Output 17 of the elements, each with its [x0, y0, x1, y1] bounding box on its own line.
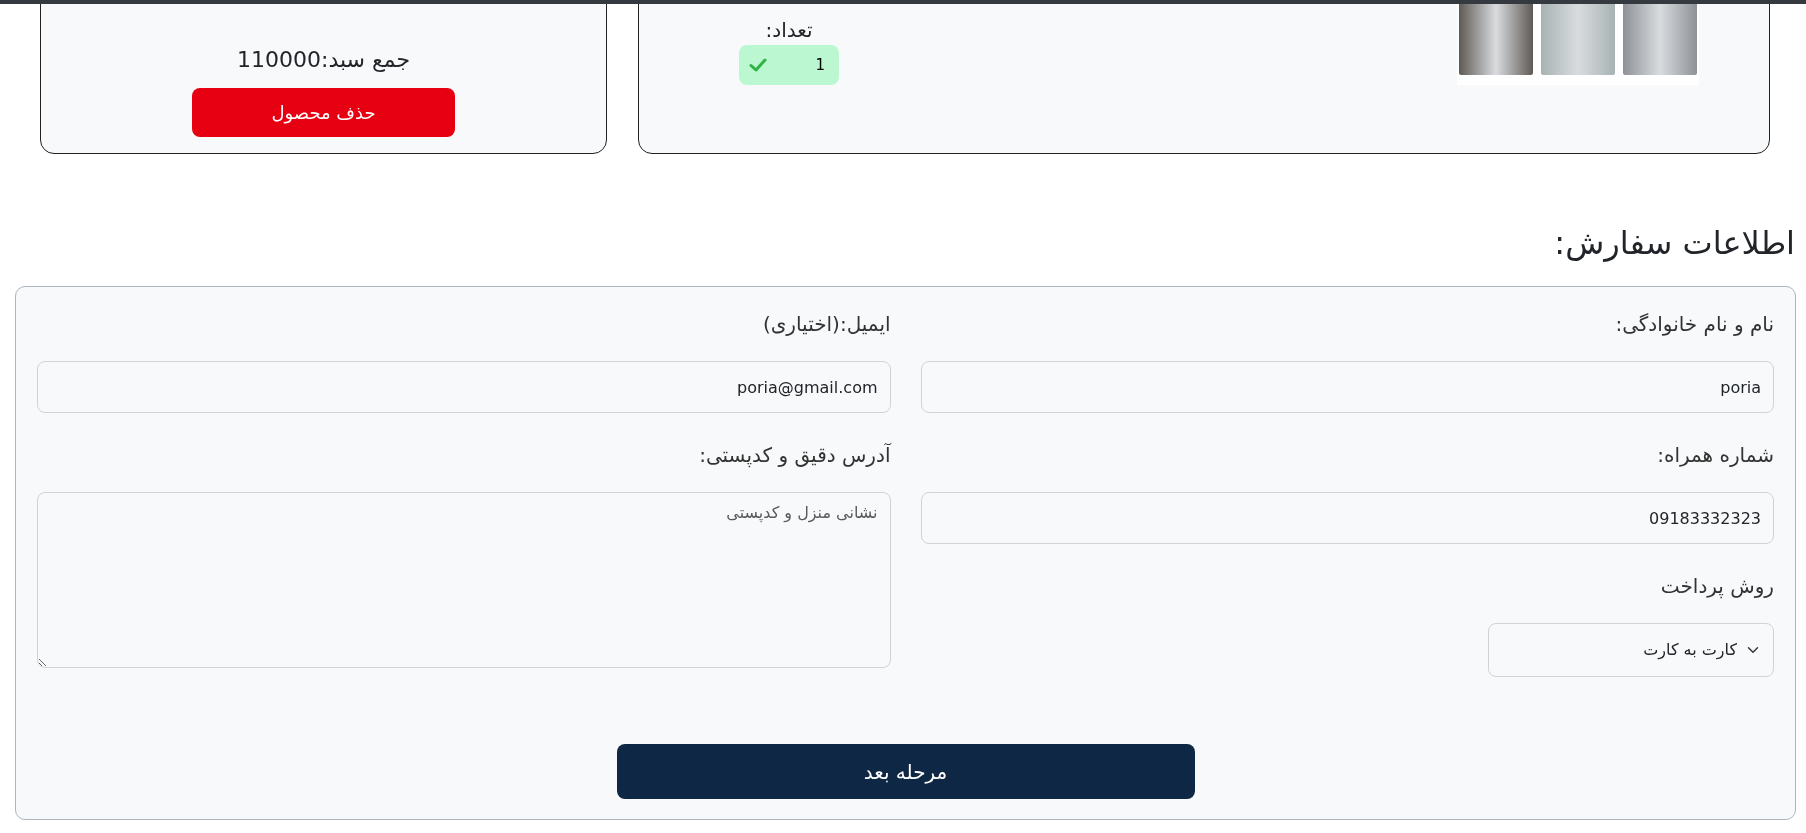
- input-field[interactable]: poria@gmail.com: [37, 361, 891, 414]
- field-label: شماره همراه:: [1656, 442, 1774, 470]
- delete-product-button[interactable]: حذف محصول: [192, 88, 455, 137]
- input-field[interactable]: 09183332323: [920, 492, 1774, 545]
- input-field[interactable]: poria: [920, 361, 1774, 414]
- quantity-label: تعداد:: [765, 17, 813, 44]
- section-heading: اطلاعات سفارش:: [1553, 224, 1795, 263]
- quantity-field[interactable]: 1: [739, 45, 839, 85]
- next-step-button[interactable]: مرحله بعد: [616, 744, 1195, 800]
- field-label: آدرس دقیق و کدپستی:: [698, 442, 891, 470]
- textarea-field[interactable]: نشانی منزل و کدپستی: [37, 492, 891, 669]
- check-icon: [749, 57, 767, 73]
- payment-method-select[interactable]: کارت به کارت: [1488, 623, 1774, 678]
- field-label: ایمیل:(اختیاری): [761, 311, 891, 339]
- cart-total: جمع سبد:110000: [237, 46, 411, 74]
- field-label: نام و نام خانوادگی:: [1614, 311, 1774, 339]
- field-label: روش پرداخت: [1659, 573, 1774, 601]
